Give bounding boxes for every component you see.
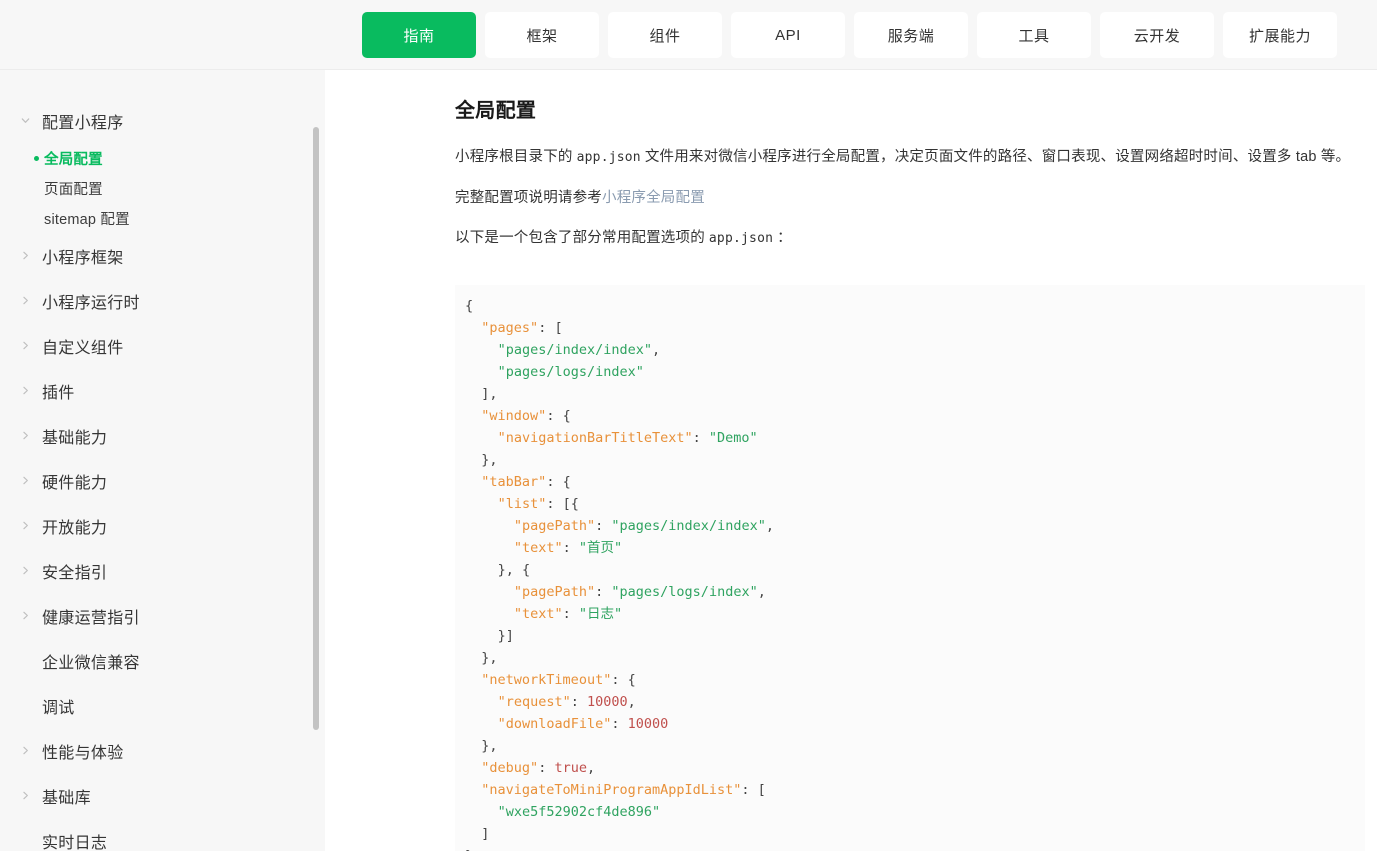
tab-4[interactable]: API: [731, 12, 845, 58]
sidebar-item-1[interactable]: 配置小程序: [0, 98, 325, 143]
chevron-right-icon: [20, 610, 42, 621]
inline-code-appjson: app.json: [576, 150, 641, 165]
tab-8[interactable]: 扩展能力: [1223, 12, 1337, 58]
tab-label: 工具: [1018, 27, 1050, 45]
sidebar-subitem-2[interactable]: 页面配置: [0, 173, 325, 203]
inline-code-appjson-2: app.json: [708, 231, 774, 246]
sidebar-scrollbar-thumb[interactable]: [313, 127, 319, 730]
tab-3[interactable]: 组件: [608, 12, 722, 58]
reference-text: 完整配置项说明请参考: [455, 190, 602, 206]
sidebar-subitem-label: 页面配置: [44, 181, 103, 198]
tab-label: API: [775, 26, 801, 44]
chevron-right-icon: [20, 430, 42, 441]
sidebar-item-label: 企业微信兼容: [42, 654, 140, 672]
active-bullet-icon: [34, 155, 39, 161]
sidebar-nav: 配置小程序全局配置页面配置 sitemap 配置 小程序框架小程序运行时 自定义组件插…: [0, 70, 325, 851]
tab-1[interactable]: 指南: [362, 12, 476, 58]
sidebar-item-label: 自定义组件: [42, 339, 124, 357]
sidebar-item-label: 基础库: [42, 789, 91, 807]
chevron-down-icon: [20, 115, 42, 126]
chevron-right-icon: [20, 790, 42, 801]
sidebar-item-label: 健康运营指引: [42, 609, 140, 627]
sidebar-item-label: 实时日志: [42, 834, 108, 851]
intro-text-before: 小程序根目录下的: [455, 149, 573, 165]
sidebar-item-4[interactable]: 自定义组件: [0, 323, 325, 368]
sidebar-item-14[interactable]: 基础库: [0, 773, 325, 818]
chevron-right-icon: [20, 340, 42, 351]
page-title: 全局配置: [455, 100, 537, 122]
sidebar-item-2[interactable]: 小程序框架: [0, 233, 325, 278]
chevron-right-icon: [20, 250, 42, 261]
example-text-before: 以下是一个包含了部分常用配置选项的: [455, 230, 705, 246]
sidebar-subitem-label: sitemap 配置: [44, 211, 130, 228]
chevron-right-icon: [20, 475, 42, 486]
sidebar-item-label: 插件: [42, 384, 75, 402]
tab-label: 指南: [403, 27, 435, 45]
sidebar-item-label: 调试: [42, 699, 75, 717]
sidebar-item-11[interactable]: 企业微信兼容: [0, 638, 325, 683]
json-code-block: { "pages": [ "pages/index/index", "pages…: [455, 285, 1365, 851]
sidebar-item-7[interactable]: 硬件能力: [0, 458, 325, 503]
main-content: 全局配置 小程序根目录下的 app.json 文件用来对微信小程序进行全局配置，决定…: [325, 70, 1377, 851]
tab-label: 云开发: [1133, 27, 1181, 45]
tab-label: 服务端: [887, 27, 935, 45]
example-text-after: ：: [777, 230, 792, 246]
sidebar-item-label: 配置小程序: [42, 114, 124, 132]
document-body: 全局配置 小程序根目录下的 app.json 文件用来对微信小程序进行全局配置，决定…: [455, 94, 1365, 851]
sidebar-scrollbar-track[interactable]: [313, 70, 322, 851]
sidebar-item-label: 性能与体验: [42, 744, 124, 762]
sidebar-item-13[interactable]: 性能与体验: [0, 728, 325, 773]
chevron-right-icon: [20, 295, 42, 306]
tab-label: 组件: [649, 27, 681, 45]
sidebar-item-5[interactable]: 插件: [0, 368, 325, 413]
tab-list: 指南 框架 组件 API 服务端 工具 云开发 扩展能力: [362, 12, 1337, 58]
intro-text-after: 文件用来对微信小程序进行全局配置，决定页面文件的路径、窗口表现、设置网络超时时间…: [644, 149, 1351, 165]
sidebar-item-8[interactable]: 开放能力: [0, 503, 325, 548]
example-paragraph: 以下是一个包含了部分常用配置选项的 app.json：: [455, 226, 1365, 251]
intro-paragraph: 小程序根目录下的 app.json 文件用来对微信小程序进行全局配置，决定页面文件的…: [455, 145, 1365, 170]
sidebar-item-label: 开放能力: [42, 519, 108, 537]
sidebar-item-6[interactable]: 基础能力: [0, 413, 325, 458]
global-config-link[interactable]: 小程序全局配置: [602, 190, 705, 206]
sidebar-item-label: 硬件能力: [42, 474, 108, 492]
chevron-right-icon: [20, 565, 42, 576]
chevron-right-icon: [20, 745, 42, 756]
sidebar-item-label: 基础能力: [42, 429, 108, 447]
sidebar-item-label: 小程序运行时: [42, 294, 140, 312]
tab-label: 扩展能力: [1248, 27, 1311, 45]
chevron-right-icon: [20, 385, 42, 396]
tab-2[interactable]: 框架: [485, 12, 599, 58]
sidebar-item-label: 小程序框架: [42, 249, 124, 267]
sidebar-item-12[interactable]: 调试: [0, 683, 325, 728]
top-tab-bar: 指南 框架 组件 API 服务端 工具 云开发 扩展能力: [0, 0, 1377, 70]
sidebar-item-15[interactable]: 实时日志: [0, 818, 325, 851]
sidebar-subitem-label: 全局配置: [44, 151, 103, 168]
sidebar-subitem-3[interactable]: sitemap 配置: [0, 203, 325, 233]
tab-5[interactable]: 服务端: [854, 12, 968, 58]
tab-6[interactable]: 工具: [977, 12, 1091, 58]
sidebar: 配置小程序全局配置页面配置 sitemap 配置 小程序框架小程序运行时 自定义组件插…: [0, 70, 325, 851]
sidebar-subitem-1[interactable]: 全局配置: [0, 143, 325, 173]
chevron-right-icon: [20, 520, 42, 531]
reference-paragraph: 完整配置项说明请参考小程序全局配置: [455, 186, 1365, 210]
sidebar-item-9[interactable]: 安全指引: [0, 548, 325, 593]
sidebar-item-10[interactable]: 健康运营指引: [0, 593, 325, 638]
tab-7[interactable]: 云开发: [1100, 12, 1214, 58]
tab-label: 框架: [526, 27, 558, 45]
sidebar-item-3[interactable]: 小程序运行时: [0, 278, 325, 323]
sidebar-item-label: 安全指引: [42, 564, 108, 582]
